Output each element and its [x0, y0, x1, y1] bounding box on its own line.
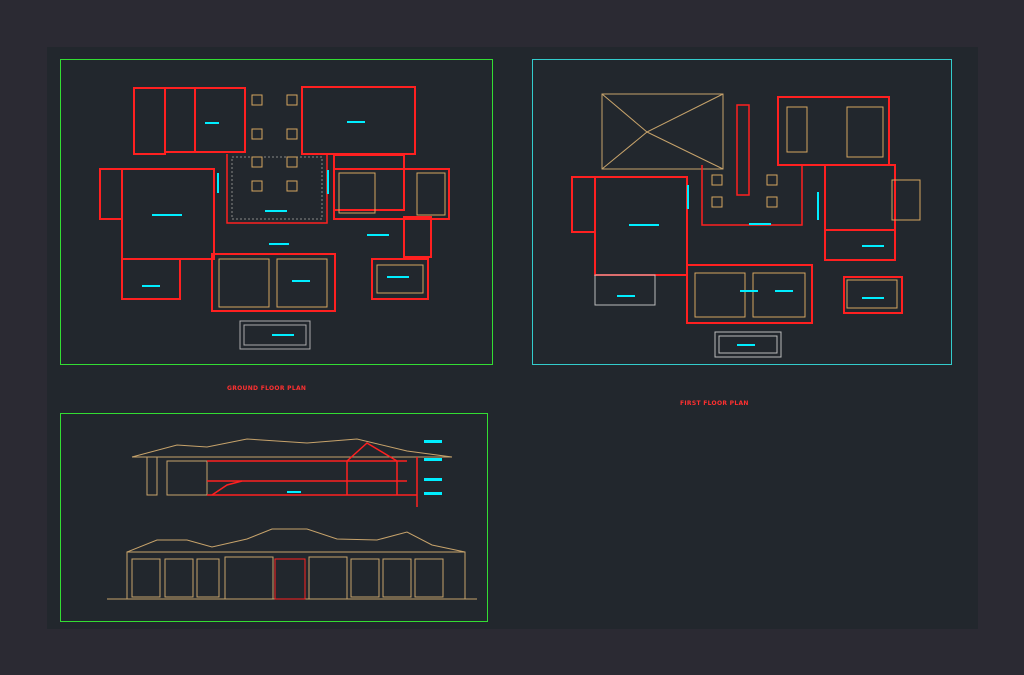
first-floor-plan: [571, 96, 903, 358]
drawing-linework: [99, 86, 921, 600]
section-cut: [207, 442, 418, 507]
first-floor-roof: [601, 93, 724, 170]
cad-drawing-canvas[interactable]: GROUND FLOOR PLAN FIRST FLOOR PLAN: [47, 47, 978, 629]
front-elevation: [107, 528, 477, 600]
ground-floor-plan: [99, 86, 450, 350]
first-floor-furniture: [694, 106, 921, 318]
building-section: [131, 438, 453, 496]
section-level-markers: [287, 440, 442, 495]
ground-floor-furniture: [218, 94, 446, 308]
